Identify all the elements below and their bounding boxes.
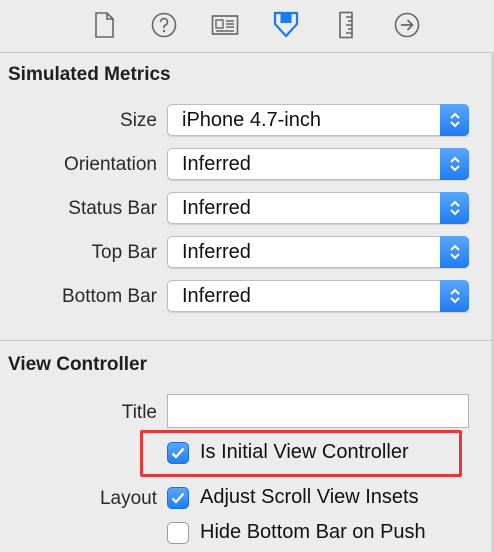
chevron-updown-icon bbox=[440, 280, 469, 312]
simulated-metrics-heading: Simulated Metrics bbox=[8, 64, 171, 85]
hide-bottom-bar-checkbox[interactable] bbox=[167, 522, 189, 544]
section-divider bbox=[0, 340, 494, 341]
chevron-updown-icon bbox=[440, 192, 469, 224]
top-bar-value: Inferred bbox=[182, 241, 251, 263]
attributes-icon[interactable] bbox=[270, 10, 302, 40]
size-ruler-icon[interactable] bbox=[330, 10, 362, 40]
chevron-updown-icon bbox=[440, 148, 469, 180]
checkmark-icon bbox=[171, 447, 185, 459]
orientation-popup[interactable]: Inferred bbox=[167, 148, 469, 180]
status-bar-popup[interactable]: Inferred bbox=[167, 192, 469, 224]
inspector-toolbar bbox=[0, 0, 494, 53]
identity-icon[interactable] bbox=[209, 10, 241, 40]
help-icon[interactable] bbox=[148, 10, 180, 40]
adjust-scroll-checkbox[interactable] bbox=[167, 487, 189, 509]
orientation-label: Orientation bbox=[64, 154, 157, 175]
chevron-updown-icon bbox=[440, 104, 469, 136]
initial-vc-checkbox[interactable] bbox=[167, 442, 189, 464]
orientation-value: Inferred bbox=[182, 153, 251, 175]
size-popup[interactable]: iPhone 4.7-inch bbox=[167, 104, 469, 136]
status-bar-value: Inferred bbox=[182, 197, 251, 219]
bottom-bar-value: Inferred bbox=[182, 285, 251, 307]
status-bar-label: Status Bar bbox=[68, 198, 157, 219]
top-bar-label: Top Bar bbox=[91, 242, 157, 263]
bottom-bar-popup[interactable]: Inferred bbox=[167, 280, 469, 312]
size-value: iPhone 4.7-inch bbox=[182, 109, 321, 131]
initial-vc-label[interactable]: Is Initial View Controller bbox=[200, 441, 409, 464]
connections-icon[interactable] bbox=[391, 10, 423, 40]
file-icon[interactable] bbox=[88, 10, 120, 40]
title-field[interactable] bbox=[167, 394, 469, 428]
chevron-updown-icon bbox=[440, 236, 469, 268]
size-label: Size bbox=[120, 110, 157, 131]
bottom-bar-label: Bottom Bar bbox=[61, 286, 157, 307]
top-bar-popup[interactable]: Inferred bbox=[167, 236, 469, 268]
layout-label: Layout bbox=[99, 488, 157, 509]
checkmark-icon bbox=[171, 492, 185, 504]
title-label: Title bbox=[121, 402, 157, 423]
view-controller-heading: View Controller bbox=[8, 354, 148, 375]
adjust-scroll-label[interactable]: Adjust Scroll View Insets bbox=[200, 486, 419, 509]
hide-bottom-bar-label[interactable]: Hide Bottom Bar on Push bbox=[200, 521, 426, 544]
